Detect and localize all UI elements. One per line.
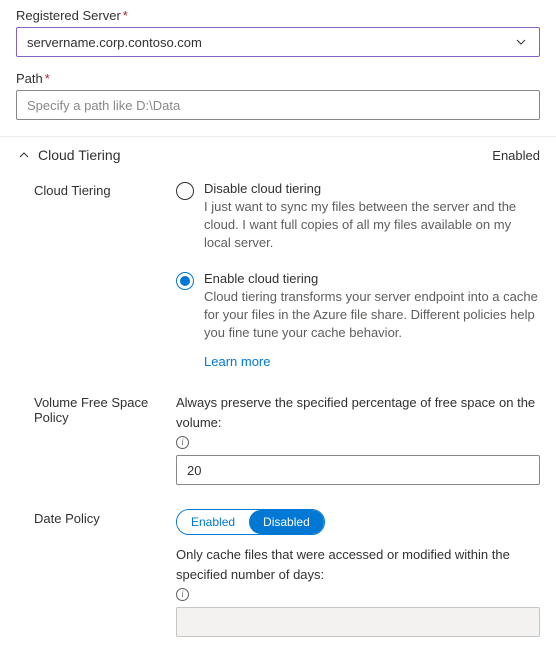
toggle-enabled-option[interactable]: Enabled [177, 510, 249, 534]
date-policy-desc-text: Only cache files that were accessed or m… [176, 545, 540, 584]
info-icon[interactable]: i [176, 588, 189, 601]
registered-server-select[interactable]: servername.corp.contoso.com [16, 27, 540, 57]
enable-tiering-desc: Cloud tiering transforms your server end… [204, 288, 540, 343]
cloud-tiering-section-header[interactable]: Cloud Tiering Enabled [16, 137, 540, 181]
date-policy-input [176, 607, 540, 637]
date-policy-label: Date Policy [16, 509, 176, 637]
chevron-up-icon [16, 147, 32, 163]
volume-policy-desc-text: Always preserve the specified percentage… [176, 393, 540, 432]
disable-tiering-option[interactable]: Disable cloud tiering I just want to syn… [176, 181, 540, 253]
date-policy-toggle[interactable]: Enabled Disabled [176, 509, 325, 535]
toggle-disabled-option[interactable]: Disabled [249, 510, 324, 534]
path-input[interactable] [16, 90, 540, 120]
date-policy-row: Date Policy Enabled Disabled Only cache … [16, 509, 540, 637]
disable-tiering-title: Disable cloud tiering [204, 181, 540, 196]
radio-unchecked-icon[interactable] [176, 182, 194, 200]
info-icon[interactable]: i [176, 436, 189, 449]
required-asterisk: * [123, 8, 128, 23]
section-status: Enabled [492, 148, 540, 163]
registered-server-field: Registered Server* servername.corp.conto… [16, 8, 540, 57]
date-policy-desc: Only cache files that were accessed or m… [176, 545, 540, 601]
enable-tiering-option[interactable]: Enable cloud tiering Cloud tiering trans… [176, 271, 540, 370]
chevron-down-icon [513, 34, 529, 50]
disable-tiering-desc: I just want to sync my files between the… [204, 198, 540, 253]
section-title: Cloud Tiering [38, 147, 121, 163]
cloud-tiering-label: Cloud Tiering [16, 181, 176, 369]
registered-server-value: servername.corp.contoso.com [27, 35, 513, 50]
label-text: Path [16, 71, 43, 86]
enable-tiering-title: Enable cloud tiering [204, 271, 540, 286]
label-text: Registered Server [16, 8, 121, 23]
path-label: Path* [16, 71, 540, 86]
volume-policy-label: Volume Free Space Policy [16, 393, 176, 485]
required-asterisk: * [45, 71, 50, 86]
path-field: Path* [16, 71, 540, 120]
radio-checked-icon[interactable] [176, 272, 194, 290]
volume-policy-row: Volume Free Space Policy Always preserve… [16, 393, 540, 485]
volume-policy-desc: Always preserve the specified percentage… [176, 393, 540, 449]
learn-more-link[interactable]: Learn more [204, 354, 270, 369]
volume-policy-input[interactable] [176, 455, 540, 485]
cloud-tiering-row: Cloud Tiering Disable cloud tiering I ju… [16, 181, 540, 369]
registered-server-label: Registered Server* [16, 8, 540, 23]
